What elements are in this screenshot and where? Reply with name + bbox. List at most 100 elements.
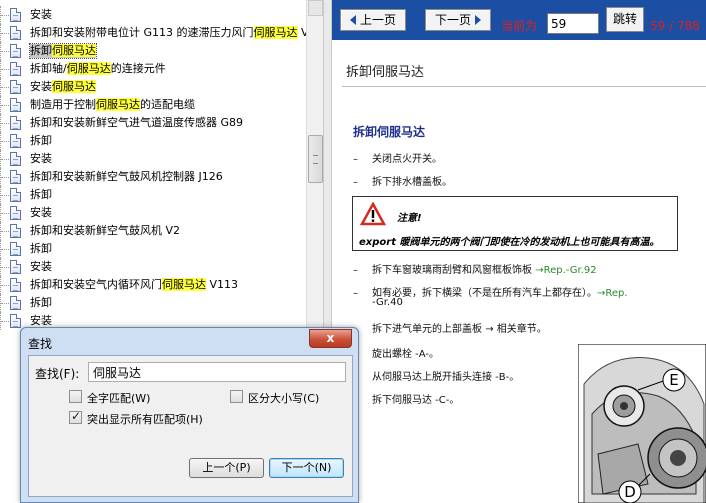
tree-connector — [0, 78, 9, 96]
warning-box: 注意! export 暖阀单元的两个阀门即使在冷的发动机上也可能具有高温。 — [352, 196, 678, 251]
arrow-left-icon — [349, 14, 356, 25]
previous-page-label: 上一页 — [359, 13, 396, 27]
tree-item-label: 安装 — [30, 206, 52, 219]
document-icon — [10, 224, 21, 238]
document-icon — [10, 170, 21, 184]
procedure-step: – 关闭点火开关。 — [353, 154, 442, 165]
document-icon — [10, 314, 21, 328]
title-divider — [342, 86, 706, 87]
tree-connector — [0, 222, 9, 240]
tree-item[interactable]: 安装伺服马达 — [0, 78, 306, 96]
tree-item[interactable]: 制造用于控制伺服马达的适配电缆 — [0, 96, 306, 114]
tree-item[interactable]: 安装 — [0, 6, 306, 24]
tree-item-label: 拆卸 — [30, 242, 52, 255]
whole-word-checkbox[interactable] — [69, 390, 82, 403]
tree-connector — [0, 312, 9, 330]
tree-item[interactable]: 拆卸和安装新鲜空气进气道温度传感器 G89 — [0, 114, 306, 132]
match-case-checkbox[interactable] — [230, 390, 243, 403]
previous-page-button[interactable]: 上一页 — [340, 9, 406, 31]
rep-link-40-continued[interactable]: -Gr.40 — [372, 297, 403, 308]
highlight-all-label: 突出显示所有匹配项(H) — [87, 413, 203, 426]
next-page-label: 下一页 — [434, 13, 471, 27]
tree-connector — [0, 294, 9, 312]
tree-connector — [0, 60, 9, 78]
warning-text: export 暖阀单元的两个阀门即使在冷的发动机上也可能具有高温。 — [359, 237, 660, 248]
tree-item-label: 拆卸和安装附带电位计 G113 的速滞压力风门伺服马达 V — [30, 26, 306, 39]
current-page-label: 当前为 — [501, 19, 538, 33]
close-icon[interactable]: x — [309, 329, 352, 348]
tree-item[interactable]: 拆卸 — [0, 186, 306, 204]
tree-item-label: 拆卸 — [30, 188, 52, 201]
page-number-input[interactable] — [547, 13, 599, 34]
page-title: 拆卸伺服马达 — [346, 65, 425, 80]
tree-connector — [0, 276, 9, 294]
tree-connector — [0, 258, 9, 276]
rep-link-92[interactable]: →Rep.-Gr.92 — [535, 265, 596, 276]
next-page-button[interactable]: 下一页 — [425, 9, 491, 31]
tree-item[interactable]: 拆卸轴/伺服马达的连接元件 — [0, 60, 306, 78]
tree-item[interactable]: 拆卸和安装空气内循环风门伺服马达 V113 — [0, 276, 306, 294]
tree-item[interactable]: 拆卸 — [0, 294, 306, 312]
whole-word-label: 全字匹配(W) — [87, 392, 151, 405]
tree-connector — [0, 114, 9, 132]
highlight-all-checkbox[interactable] — [69, 409, 82, 424]
tree-item[interactable]: 安装 — [0, 150, 306, 168]
tree-item-label: 拆卸和安装新鲜空气鼓风机 V2 — [30, 224, 181, 237]
tree-connector — [0, 204, 9, 222]
tree-item[interactable]: 拆卸伺服马达 — [0, 42, 306, 60]
find-label: 查找(F): — [35, 367, 80, 381]
procedure-step-continued: -Gr.40 — [372, 297, 403, 308]
document-icon — [10, 206, 21, 220]
diagram-label-d: D — [624, 483, 636, 501]
diagram-label-e: E — [669, 371, 678, 389]
document-icon — [10, 116, 21, 130]
tree-item-label: 安装 — [30, 314, 52, 327]
tree-item[interactable]: 拆卸和安装新鲜空气鼓风机控制器 J126 — [0, 168, 306, 186]
document-icon — [10, 188, 21, 202]
document-icon — [10, 98, 21, 112]
page-count: 59 / 788 — [650, 19, 700, 33]
servo-motor-diagram: E D — [578, 344, 706, 503]
tree-item[interactable]: 安装 — [0, 258, 306, 276]
rep-link-40[interactable]: →Rep. — [597, 288, 628, 299]
tree-item[interactable]: 拆卸 — [0, 240, 306, 258]
tree-item[interactable]: 安装 — [0, 204, 306, 222]
tree-item-label: 安装 — [30, 260, 52, 273]
find-input[interactable] — [88, 362, 346, 382]
find-dialog: 查找 x 查找(F): 全字匹配(W) 区分大小写(C) 突出显示所有匹配项(H… — [20, 327, 359, 503]
document-icon — [10, 260, 21, 274]
document-icon — [10, 80, 21, 94]
procedure-step: – 拆下排水槽盖板。 — [353, 177, 452, 188]
tree-item-label: 拆卸和安装新鲜空气鼓风机控制器 J126 — [30, 170, 223, 183]
tree-item-label: 拆卸 — [30, 134, 52, 147]
dialog-title: 查找 — [28, 337, 53, 351]
tree-connector — [0, 186, 9, 204]
document-icon — [10, 278, 21, 292]
scroll-thumb[interactable] — [308, 135, 323, 183]
tree-item-label: 拆卸伺服马达 — [29, 43, 97, 59]
procedure-substep: 从伺服马达上脱开插头连接 -B-。 — [372, 372, 520, 383]
tree-connector — [0, 240, 9, 258]
tree-item-label: 安装 — [30, 8, 52, 21]
find-previous-button[interactable]: 上一个(P) — [189, 458, 264, 478]
tree-item[interactable]: 拆卸 — [0, 132, 306, 150]
tree-connector — [0, 168, 9, 186]
jump-button[interactable]: 跳转 — [606, 7, 644, 32]
tree-connector — [0, 132, 9, 150]
tree-item[interactable]: 拆卸和安装附带电位计 G113 的速滞压力风门伺服马达 V — [0, 24, 306, 42]
find-next-button[interactable]: 下一个(N) — [269, 458, 344, 478]
procedure-step: – 拆下车窗玻璃雨刮臂和风窗框板饰板 →Rep.-Gr.92 — [353, 265, 597, 276]
related-chapter-link[interactable]: → 相关章节 — [485, 324, 537, 335]
document-icon — [10, 8, 21, 22]
procedure-substep: 拆下进气单元的上部盖板 → 相关章节。 — [372, 324, 547, 335]
tree-item-label: 拆卸轴/伺服马达的连接元件 — [30, 62, 166, 75]
document-icon — [10, 296, 21, 310]
tree-connector — [0, 96, 9, 114]
document-icon — [10, 62, 21, 76]
tree-item[interactable]: 拆卸和安装新鲜空气鼓风机 V2 — [0, 222, 306, 240]
tree-connector — [0, 42, 9, 60]
scroll-up-button[interactable] — [308, 0, 323, 16]
warning-triangle-icon — [360, 202, 386, 226]
procedure-substep: 拆下伺服马达 -C-。 — [372, 395, 460, 406]
match-case-label: 区分大小写(C) — [248, 392, 320, 405]
